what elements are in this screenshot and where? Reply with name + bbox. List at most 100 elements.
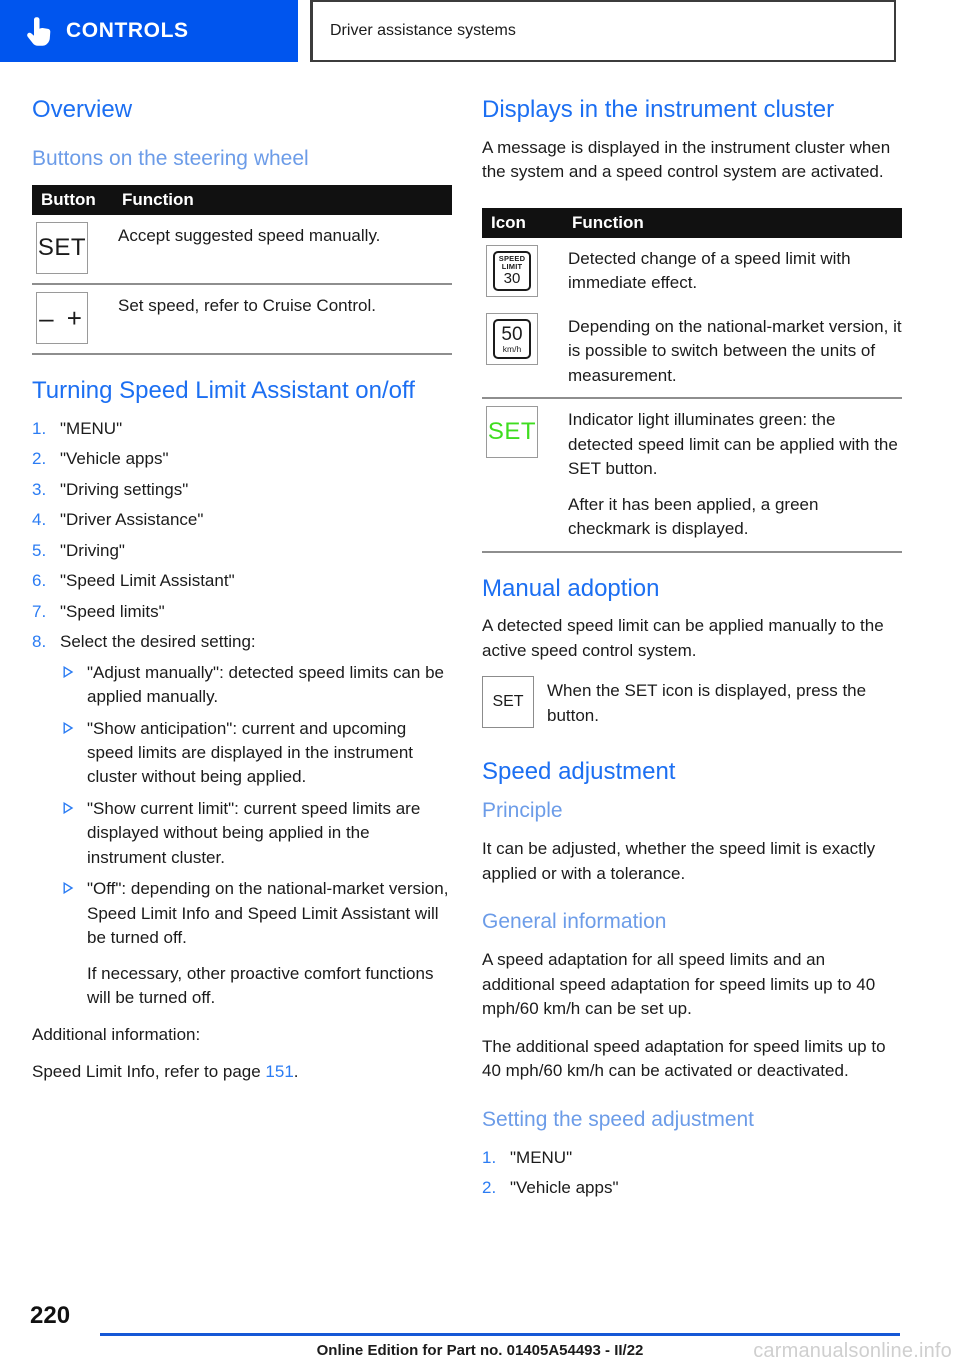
step-index: 8. xyxy=(32,632,47,652)
general-information-body-2: The additional speed adaptation for spee… xyxy=(482,1036,886,1081)
right-column: Displays in the instrument cluster A mes… xyxy=(482,96,902,1207)
set-indicator-label: SET xyxy=(487,418,537,446)
footer-divider xyxy=(100,1333,900,1336)
speed-adjustment-heading: Speed adjustment xyxy=(482,758,676,786)
option-text-block: "Off": depending on the national-market … xyxy=(87,877,452,1010)
set-button-icon: SET xyxy=(36,222,88,275)
principle-subheading: Principle xyxy=(482,799,563,823)
triangle-bullet-icon xyxy=(62,717,87,790)
step-label: Select the desired setting: xyxy=(60,632,256,652)
option-note: If necessary, other proactive comfort fu… xyxy=(87,963,434,1008)
icon-table-header-icon: Icon xyxy=(491,212,526,232)
step-label: "Driver Assistance" xyxy=(60,510,204,530)
list-item: "Adjust manually": detected speed limits… xyxy=(62,661,452,710)
step-index: 2. xyxy=(32,449,47,469)
speed-limit-30-sign-icon: SPEED LIMIT 30 xyxy=(486,244,538,297)
set-button-icon-label: SET xyxy=(492,693,524,711)
set-indicator-green-icon: SET xyxy=(486,406,538,459)
left-column: Overview Buttons on the steering wheel B… xyxy=(32,96,452,1085)
cross-reference-suffix: . xyxy=(293,1062,299,1082)
general-information-subheading: General information xyxy=(482,910,667,934)
overview-heading: Overview xyxy=(32,96,133,123)
table-row: SPEED LIMIT 30 Detected change of a spee… xyxy=(482,238,902,306)
icon-table-header: Icon Function xyxy=(482,207,902,238)
icon-table-header-function: Function xyxy=(572,212,644,232)
breadcrumb: Driver assistance systems xyxy=(310,0,896,62)
step-index: 7. xyxy=(32,601,47,621)
minus-plus-rocker-icon-label: – + xyxy=(39,302,85,333)
buttons-table-cell-function: Accept suggested speed manually. xyxy=(118,226,381,246)
step-index: 4. xyxy=(32,510,47,530)
sign-value: 30 xyxy=(503,270,521,288)
table-row: SET Indicator light illuminates green: t… xyxy=(482,399,902,553)
step-label: "Driving" xyxy=(60,540,125,560)
manual-adoption-icon-row: SET When the SET icon is displayed, pres… xyxy=(482,676,902,729)
option-text: "Adjust manually": detected speed limits… xyxy=(87,662,444,707)
turning-steps-list: 1. "MENU" 2. "Vehicle apps" 3. "Driving set… xyxy=(32,417,452,655)
page-footer: 220 Online Edition for Part no. 01405A54… xyxy=(0,1280,960,1362)
icon-table-cell-icon: SET xyxy=(482,406,568,541)
step-index: 2. xyxy=(482,1178,497,1198)
buttons-table-cell-function: Set speed, refer to Cruise Control. xyxy=(118,296,376,316)
turning-speed-limit-assistant-heading: Turning Speed Limit Assistant on/off xyxy=(32,377,415,405)
setting-steps-list: 1. "MENU" 2. "Vehicle apps" xyxy=(482,1146,902,1201)
table-row: SET Accept suggested speed manually. xyxy=(32,215,452,286)
option-text: "Show anticipation": current and upcomin… xyxy=(87,718,413,787)
list-item: 2. "Vehicle apps" xyxy=(482,1176,902,1200)
step-label: "Vehicle apps" xyxy=(510,1178,619,1198)
list-item: 7. "Speed limits" xyxy=(32,600,452,624)
step-index: 3. xyxy=(32,479,47,499)
table-row: 50 km/h Depending on the national-market… xyxy=(482,306,902,400)
buttons-table-cell-icon: – + xyxy=(32,292,118,345)
general-information-body-1: A speed adaptation for all speed limits … xyxy=(482,950,876,1019)
list-item: 1. "MENU" xyxy=(32,417,452,441)
setting-speed-adjustment-subheading: Setting the speed adjustment xyxy=(482,1107,755,1131)
buttons-table: Button Function SET Accept suggested spe… xyxy=(32,185,452,356)
manual-adoption-heading: Manual adoption xyxy=(482,574,660,602)
icon-table-cell-function: Depending on the national-market version… xyxy=(568,316,902,385)
watermark: carmanualsonline.info xyxy=(753,1340,952,1362)
step-label: "MENU" xyxy=(510,1147,573,1167)
step-label: "Driving settings" xyxy=(60,479,189,499)
list-item: 4. "Driver Assistance" xyxy=(32,508,452,532)
buttons-table-header: Button Function xyxy=(32,185,452,216)
icon-table-cell-function: Detected change of a speed limit with im… xyxy=(568,248,851,293)
step-index: 1. xyxy=(32,418,47,438)
triangle-bullet-icon xyxy=(62,661,87,710)
additional-information-label: Additional information: xyxy=(32,1024,201,1044)
step-label: "Vehicle apps" xyxy=(60,449,169,469)
triangle-bullet-icon xyxy=(62,797,87,870)
manual-adoption-icon-note: When the SET icon is displayed, press th… xyxy=(547,681,867,725)
minus-plus-rocker-icon: – + xyxy=(36,292,88,345)
sign-word-limit: LIMIT xyxy=(501,261,523,271)
displays-intro-text: A message is displayed in the instrument… xyxy=(482,137,891,182)
speed-limit-sign-face: 50 km/h xyxy=(493,318,531,359)
icon-table-cell-icon: SPEED LIMIT 30 xyxy=(482,244,568,297)
list-item: "Show current limit": current speed limi… xyxy=(62,797,452,870)
list-item: 6. "Speed Limit Assistant" xyxy=(32,569,452,593)
breadcrumb-label: Driver assistance systems xyxy=(330,22,516,39)
step-label: "Speed Limit Assistant" xyxy=(60,571,235,591)
list-item: 8. Select the desired setting: xyxy=(32,630,452,654)
pointing-hand-icon xyxy=(27,17,51,46)
list-item: "Off": depending on the national-market … xyxy=(62,877,452,1010)
section-tab-controls[interactable]: CONTROLS xyxy=(0,0,298,62)
manual-adoption-intro: A detected speed limit can be applied ma… xyxy=(482,616,884,660)
buttons-steering-wheel-subheading: Buttons on the steering wheel xyxy=(32,146,309,170)
step-index: 5. xyxy=(32,540,47,560)
triangle-bullet-icon xyxy=(62,877,87,1010)
cross-reference-page-link[interactable]: 151 xyxy=(265,1062,293,1081)
option-text: "Show current limit": current speed limi… xyxy=(87,798,421,867)
table-row: – + Set speed, refer to Cruise Control. xyxy=(32,285,452,356)
icon-table-cell-function: Indicator light illuminates green: the d… xyxy=(568,406,902,541)
list-item: 5. "Driving" xyxy=(32,539,452,563)
speed-limit-50-kmh-sign-icon: 50 km/h xyxy=(486,312,538,365)
list-item: "Show anticipation": current and upcomin… xyxy=(62,717,452,790)
cross-reference-prefix: Speed Limit Info, refer to page xyxy=(32,1062,266,1082)
step-index: 6. xyxy=(32,571,47,591)
sign-value: 50 xyxy=(501,323,523,345)
buttons-table-header-button: Button xyxy=(41,190,96,210)
section-tab-label: CONTROLS xyxy=(66,19,189,42)
set-button-icon: SET xyxy=(482,676,534,729)
step-index: 1. xyxy=(482,1147,497,1167)
